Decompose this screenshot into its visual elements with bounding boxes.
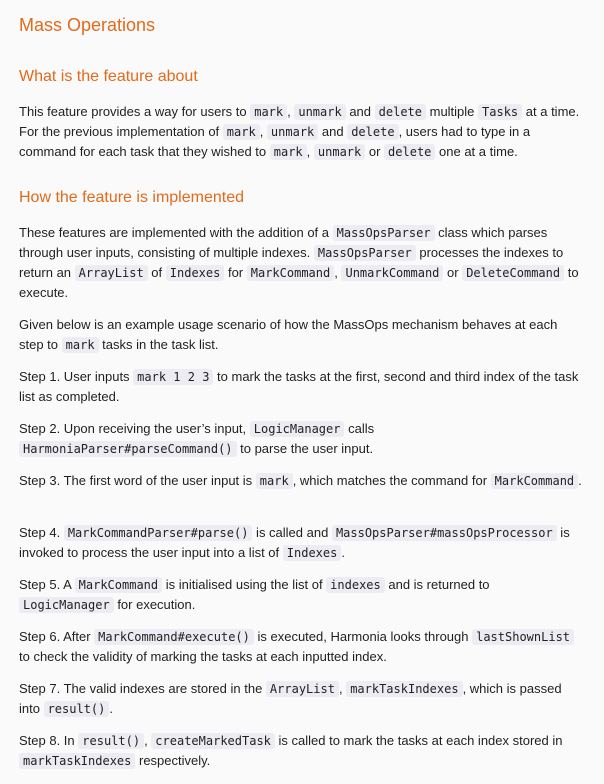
- inline-code: MassOpsParser: [313, 245, 416, 261]
- inline-code: mark: [61, 337, 99, 353]
- inline-code: mark: [222, 124, 260, 140]
- text-run: multiple: [426, 104, 479, 119]
- text-run: .: [341, 545, 345, 560]
- text-run: tasks in the task list.: [98, 337, 219, 352]
- inline-code: MarkCommand: [74, 577, 163, 593]
- inline-code: MarkCommand: [246, 265, 335, 281]
- text-run: and is returned to: [384, 577, 490, 592]
- text-run: Step 2. Upon receiving the user’s input,: [19, 421, 250, 436]
- inline-code: indexes: [326, 577, 385, 593]
- text-run: is called to mark the tasks at each inde…: [274, 733, 563, 748]
- text-run: Step 1. User inputs: [19, 369, 134, 384]
- text-run: Step 5. A: [19, 577, 75, 592]
- inline-code: mark: [269, 144, 307, 160]
- text-run: is executed, Harmonia looks through: [253, 629, 473, 644]
- inline-code: MarkCommand#execute(): [94, 629, 254, 645]
- text-run: to check the validity of marking the tas…: [19, 649, 387, 664]
- about-paragraph: This feature provides a way for users to…: [19, 102, 585, 162]
- text-run: This feature provides a way for users to: [19, 104, 251, 119]
- section-heading-implementation: How the feature is implemented: [19, 189, 244, 206]
- inline-code: Indexes: [165, 265, 225, 281]
- inline-code: delete: [384, 144, 436, 160]
- text-run: and: [318, 124, 348, 139]
- text-run: for: [224, 265, 247, 280]
- text-run: for execution.: [113, 597, 196, 612]
- text-run: of: [147, 265, 166, 280]
- inline-code: unmark: [313, 144, 366, 160]
- text-run: ,: [259, 124, 267, 139]
- page-title: Mass Operations: [19, 15, 156, 35]
- inline-code: result(): [78, 733, 145, 749]
- inline-code: MarkCommand: [490, 473, 579, 489]
- inline-code: MassOpsParser#massOpsProcessor: [331, 525, 557, 541]
- inline-code: delete: [374, 104, 426, 120]
- inline-code: MarkCommandParser#parse(): [63, 525, 253, 541]
- step-7-paragraph: Step 7. The valid indexes are stored in …: [19, 679, 585, 719]
- inline-code: delete: [347, 124, 399, 140]
- text-run: Step 4.: [19, 525, 64, 540]
- text-run: calls: [344, 421, 375, 436]
- text-run: .: [578, 473, 582, 488]
- text-run: Step 7. The valid indexes are stored in …: [19, 681, 266, 696]
- inline-code: unmark: [266, 124, 319, 140]
- inline-code: HarmoniaParser#parseCommand(): [19, 441, 237, 457]
- step-2-paragraph: Step 2. Upon receiving the user’s input,…: [19, 419, 585, 459]
- text-run: , which matches the command for: [292, 473, 491, 488]
- impl-paragraph-scenario: Given below is an example usage scenario…: [19, 315, 585, 355]
- text-run: to parse the user input.: [236, 441, 374, 456]
- step-5-paragraph: Step 5. A MarkCommand is initialised usi…: [19, 575, 585, 615]
- inline-code: mark 1 2 3: [133, 369, 214, 385]
- text-run: Step 6. After: [19, 629, 95, 644]
- inline-code: Tasks: [478, 104, 523, 120]
- inline-code: mark: [250, 104, 288, 120]
- text-run: These features are implemented with the …: [19, 225, 333, 240]
- inline-code: ArrayList: [265, 681, 339, 697]
- document-page: Mass Operations What is the feature abou…: [0, 0, 604, 784]
- step-6-paragraph: Step 6. After MarkCommand#execute() is e…: [19, 627, 585, 667]
- inline-code: markTaskIndexes: [19, 753, 136, 769]
- inline-code: result(): [43, 701, 110, 717]
- inline-code: markTaskIndexes: [346, 681, 463, 697]
- inline-code: mark: [255, 473, 293, 489]
- text-run: one at a time.: [435, 144, 518, 159]
- text-run: Step 8. In: [19, 733, 79, 748]
- text-run: or: [365, 144, 385, 159]
- step-1-paragraph: Step 1. User inputs mark 1 2 3 to mark t…: [19, 367, 585, 407]
- inline-code: Indexes: [282, 545, 342, 561]
- inline-code: DeleteCommand: [462, 265, 565, 281]
- inline-code: lastShownList: [472, 629, 575, 645]
- text-run: respectively.: [135, 753, 211, 768]
- impl-paragraph-intro: These features are implemented with the …: [19, 223, 585, 303]
- inline-code: unmark: [294, 104, 346, 120]
- text-run: and: [345, 104, 375, 119]
- inline-code: LogicManager: [249, 421, 345, 437]
- inline-code: MassOpsParser: [332, 225, 435, 241]
- section-heading-about: What is the feature about: [19, 68, 198, 85]
- step-4-paragraph: Step 4. MarkCommandParser#parse() is cal…: [19, 523, 585, 563]
- text-run: ,: [306, 144, 314, 159]
- inline-code: UnmarkCommand: [341, 265, 444, 281]
- inline-code: ArrayList: [74, 265, 148, 281]
- text-run: .: [109, 701, 113, 716]
- inline-code: LogicManager: [19, 597, 114, 613]
- text-run: Step 3. The first word of the user input…: [19, 473, 256, 488]
- step-8-paragraph: Step 8. In result(), createMarkedTask is…: [19, 731, 585, 771]
- text-run: or: [443, 265, 463, 280]
- text-run: is called and: [252, 525, 332, 540]
- step-3-paragraph: Step 3. The first word of the user input…: [19, 471, 585, 491]
- text-run: is initialised using the list of: [162, 577, 327, 592]
- inline-code: createMarkedTask: [151, 733, 275, 749]
